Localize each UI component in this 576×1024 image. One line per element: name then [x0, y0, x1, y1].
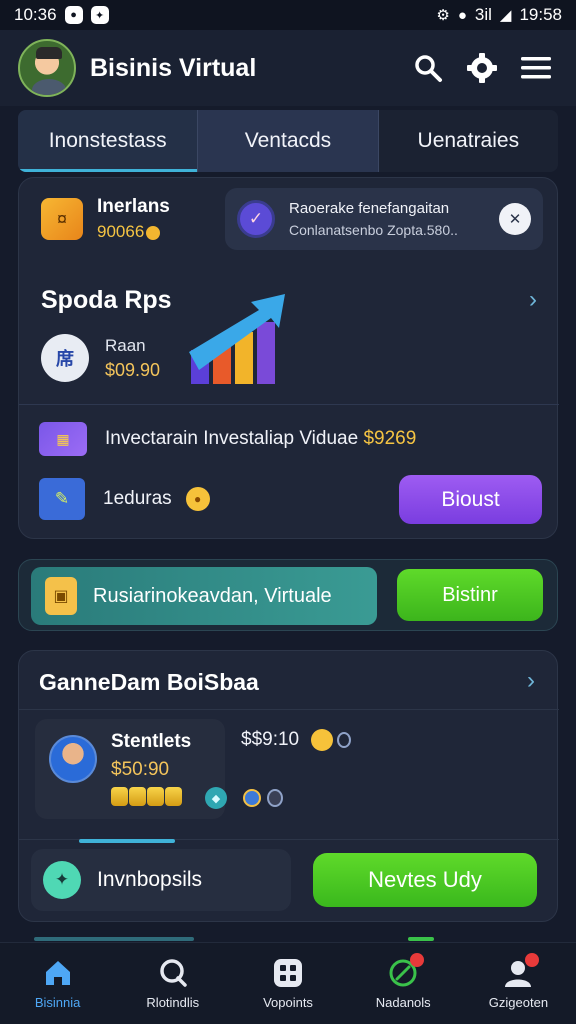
gameboard-card: GanneDam BoiSbaa › Stentlets $50:90 ◆ $$…	[18, 650, 559, 922]
lectures-row[interactable]: ✎ 1eduras ●	[39, 478, 210, 520]
home-icon	[45, 961, 70, 985]
notification-line1: Raoerake fenefangaitan	[289, 200, 450, 217]
menu-button[interactable]	[514, 46, 558, 90]
app-notification-icon: ✦	[90, 6, 109, 24]
status-time-left: 10:36	[14, 5, 57, 24]
scroll-peek-accent	[34, 937, 194, 941]
smile-icon: ●	[185, 487, 210, 511]
player-card[interactable]: Stentlets $50:90 ◆	[35, 719, 227, 819]
nav-label: Bisinnia	[34, 995, 81, 1010]
ring-icon	[337, 732, 352, 748]
lecture-board-icon: ✎	[39, 478, 85, 520]
app-header: Bisinis Virtual	[0, 30, 576, 106]
stat-row: $$9:10	[241, 729, 352, 751]
rank-badge-icon: 席	[41, 334, 89, 382]
speed-section-title: Spoda Rps	[41, 286, 172, 314]
mini-icons	[243, 789, 283, 807]
nav-item-targets[interactable]: Nadanols	[346, 943, 461, 1024]
smile-icon	[311, 729, 334, 751]
signal-icon: ◢	[499, 7, 512, 24]
investment-value: $9269	[363, 428, 417, 449]
wallet-amount: 90066	[97, 222, 170, 242]
search-icon	[415, 55, 442, 82]
lectures-label: 1eduras	[103, 488, 172, 509]
app-title: Bisinis Virtual	[90, 53, 257, 82]
nav-item-home[interactable]: Bisinnia	[0, 943, 115, 1024]
coin-stack-icon	[111, 787, 182, 806]
ring-icon	[267, 789, 283, 807]
notification-dot-icon: ●	[64, 6, 83, 24]
chat-search-icon	[160, 959, 187, 987]
vibrate-icon: ⚙	[436, 7, 450, 24]
wallet-summary[interactable]: ¤ Inerlans 90066	[41, 196, 170, 242]
status-time-right: 19:58	[519, 5, 562, 24]
deposit-button[interactable]: ✦ Invnbopsils	[31, 849, 291, 911]
investment-row[interactable]: ▦ Invectarain Investaliap Viduae $9269	[39, 422, 416, 456]
nav-label: Nadanols	[375, 995, 431, 1010]
coin-icon	[146, 225, 161, 240]
nav-label: Vopoints	[263, 995, 313, 1010]
status-bar: 10:36 ● ✦ ⚙ ● 3il ◢ 19:58	[0, 0, 576, 30]
notification-badge	[524, 953, 539, 967]
gameboard-title: GanneDam BoiSbaa	[39, 669, 259, 695]
trophy-icon	[243, 789, 261, 807]
close-icon[interactable]: ✕	[499, 203, 531, 235]
wallet-amount-value: 90066	[97, 222, 145, 241]
nav-label: Rlotindlis	[146, 995, 200, 1010]
sparkle-icon: ✦	[43, 861, 81, 899]
nav-item-profile[interactable]: Gzigeoten	[461, 943, 576, 1024]
card-divider	[19, 709, 559, 710]
tab-uenatraies[interactable]: Uenatraies	[378, 110, 558, 172]
tab-ventacds[interactable]: Ventacds	[197, 110, 379, 172]
promo-banner-content[interactable]: ▣ Rusiarinokeavdan, Virtuale	[31, 567, 377, 625]
promo-banner: ▣ Rusiarinokeavdan, Virtuale Bistinr	[18, 559, 558, 631]
grid-icon	[274, 959, 302, 987]
chevron-right-icon[interactable]: ›	[527, 667, 535, 695]
bottom-navigation: Bisinnia Rlotindlis Vopoints Nadanols Gz…	[0, 942, 576, 1024]
investment-label: Invectarain Investaliap Viduae	[105, 428, 359, 449]
stat-value: $$9:10	[241, 729, 300, 750]
player-name: Stentlets	[111, 731, 192, 752]
wallet-name: Inerlans	[97, 196, 170, 217]
section-accent	[79, 839, 175, 843]
notification-badge-icon: ✓	[237, 200, 275, 238]
primary-action-button[interactable]: Nevtes Udy	[313, 853, 537, 907]
search-button[interactable]	[406, 46, 450, 90]
player-value: $50:90	[111, 759, 170, 780]
card-divider	[19, 404, 559, 405]
notification-toast[interactable]: ✓ Raoerake fenefangaitan Conlanatsenbo Z…	[225, 188, 543, 250]
promo-banner-text: Rusiarinokeavdan, Virtuale	[93, 584, 332, 607]
promo-banner-button[interactable]: Bistinr	[397, 569, 543, 621]
chevron-right-icon[interactable]: ›	[529, 286, 537, 314]
gem-icon: ◆	[205, 787, 227, 809]
gear-icon	[467, 53, 497, 83]
nav-item-search[interactable]: Rlotindlis	[115, 943, 230, 1024]
alarm-icon: ●	[457, 6, 467, 24]
growth-chart-icon	[189, 294, 285, 384]
nav-label: Gzigeoten	[488, 995, 549, 1010]
notification-line2: Conlanatsenbo Zopta.580..	[289, 222, 458, 238]
calendar-icon: ▣	[45, 577, 77, 615]
settings-button[interactable]	[460, 46, 504, 90]
rank-value: $09.90	[105, 360, 161, 380]
business-overview-card: ¤ Inerlans 90066 ✓ Raoerake fenefangaita…	[18, 177, 559, 539]
rank-label: Raan	[105, 336, 146, 355]
wallet-icon: ¤	[41, 198, 83, 240]
notification-badge	[409, 953, 424, 967]
player-avatar	[49, 735, 97, 783]
nav-item-points[interactable]: Vopoints	[230, 943, 345, 1024]
main-tabs: Inonstestass Ventacds Uenatraies	[18, 110, 558, 172]
scroll-peek-accent	[408, 937, 434, 941]
hamburger-menu-icon	[521, 57, 551, 79]
user-avatar[interactable]	[18, 39, 76, 97]
boost-button[interactable]: Bioust	[399, 475, 542, 524]
signal-text: 3il	[474, 5, 492, 24]
deposit-label: Invnbopsils	[97, 868, 203, 891]
tab-inonstestass[interactable]: Inonstestass	[18, 110, 198, 172]
investment-icon: ▦	[39, 422, 87, 456]
